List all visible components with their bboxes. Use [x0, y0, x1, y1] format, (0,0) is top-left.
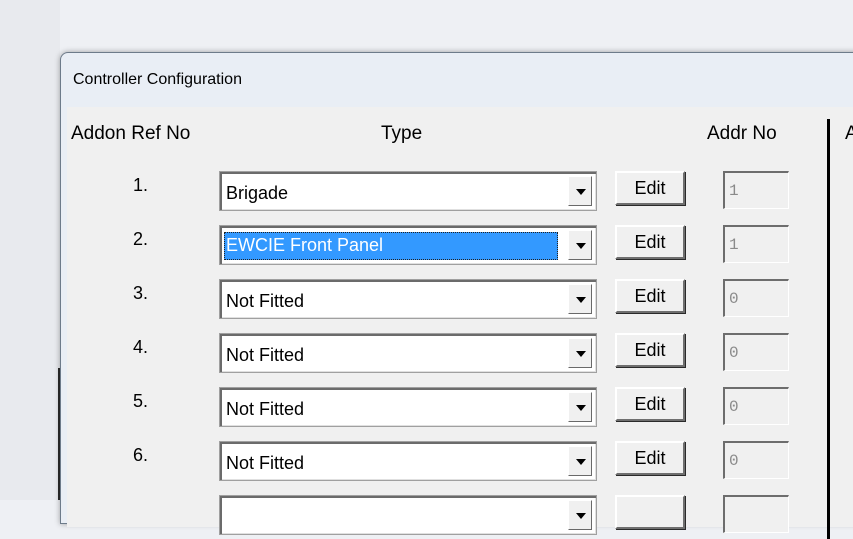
chevron-down-icon: [576, 405, 586, 411]
dropdown-button[interactable]: [568, 338, 592, 368]
addr-no-value: 0: [729, 398, 739, 416]
type-dropdown[interactable]: Not Fitted: [219, 441, 597, 481]
type-dropdown-value: Not Fitted: [226, 345, 305, 365]
chevron-down-icon: [576, 189, 586, 195]
addr-no-field[interactable]: 0: [723, 279, 789, 317]
dropdown-button[interactable]: [568, 500, 592, 530]
dropdown-button[interactable]: [568, 392, 592, 422]
addr-no-value: 1: [729, 236, 739, 254]
row-number: 1.: [133, 175, 149, 195]
dropdown-button[interactable]: [568, 176, 592, 206]
addon-row-6: 6. Not Fitted Edit 0: [67, 441, 827, 485]
chevron-down-icon: [576, 297, 586, 303]
addr-no-field[interactable]: 1: [723, 171, 789, 209]
type-dropdown-value: Not Fitted: [226, 399, 305, 419]
type-dropdown-value: Not Fitted: [226, 453, 305, 473]
dropdown-button[interactable]: [568, 284, 592, 314]
row-number: 6.: [133, 445, 149, 465]
column-header-ref-no: Addon Ref No: [71, 123, 191, 144]
dropdown-button[interactable]: [568, 446, 592, 476]
type-dropdown[interactable]: Brigade: [219, 171, 597, 211]
edit-button[interactable]: Edit: [615, 171, 685, 205]
addon-row-2: 2. EWCIE Front Panel Edit 1: [67, 225, 827, 269]
row-number: 3.: [133, 283, 149, 303]
type-dropdown[interactable]: EWCIE Front Panel: [219, 225, 597, 265]
edit-button[interactable]: Edit: [615, 333, 685, 367]
addr-no-value: 0: [729, 344, 739, 362]
column-divider: [827, 119, 830, 539]
addr-no-value: 0: [729, 452, 739, 470]
chevron-down-icon: [576, 243, 586, 249]
addr-no-value: 1: [729, 182, 739, 200]
addr-no-field[interactable]: 0: [723, 441, 789, 479]
row-number: 2.: [133, 229, 149, 249]
addr-no-field[interactable]: 0: [723, 387, 789, 425]
column-header-type: Type: [381, 123, 423, 144]
addr-no-field[interactable]: 0: [723, 333, 789, 371]
addon-row-5: 5. Not Fitted Edit 0: [67, 387, 827, 431]
edit-button[interactable]: Edit: [615, 387, 685, 421]
desktop-background: [0, 0, 60, 500]
type-dropdown-value: EWCIE Front Panel: [226, 235, 384, 255]
controller-configuration-window: Controller Configuration Addon Ref No Ty…: [60, 52, 853, 539]
chevron-down-icon: [576, 351, 586, 357]
addr-no-field[interactable]: 1: [723, 225, 789, 263]
addr-no-field[interactable]: [723, 495, 789, 533]
edit-button[interactable]: Edit: [615, 441, 685, 475]
row-number: 4.: [133, 337, 149, 357]
type-dropdown-value: Not Fitted: [226, 291, 305, 311]
edit-button[interactable]: Edit: [615, 279, 685, 313]
chevron-down-icon: [576, 459, 586, 465]
addon-row-1: 1. Brigade Edit 1: [67, 171, 827, 215]
column-header-truncated: A: [845, 123, 853, 144]
chevron-down-icon: [576, 513, 586, 519]
column-header-addr-no: Addr No: [707, 123, 777, 144]
window-title: Controller Configuration: [73, 71, 242, 88]
addr-no-value: 0: [729, 290, 739, 308]
row-number: 5.: [133, 391, 149, 411]
dropdown-button[interactable]: [568, 230, 592, 260]
type-dropdown[interactable]: Not Fitted: [219, 387, 597, 427]
addon-row-3: 3. Not Fitted Edit 0: [67, 279, 827, 323]
addon-row-4: 4. Not Fitted Edit 0: [67, 333, 827, 377]
edit-button[interactable]: Edit: [615, 225, 685, 259]
addon-row-7-partial: [67, 495, 827, 539]
type-dropdown-value: Brigade: [226, 183, 289, 203]
dialog-client-area: Addon Ref No Type Addr No A 1. Brigade E…: [67, 107, 853, 539]
edit-button[interactable]: [615, 495, 685, 529]
type-dropdown[interactable]: Not Fitted: [219, 279, 597, 319]
type-dropdown[interactable]: [219, 495, 597, 535]
type-dropdown[interactable]: Not Fitted: [219, 333, 597, 373]
